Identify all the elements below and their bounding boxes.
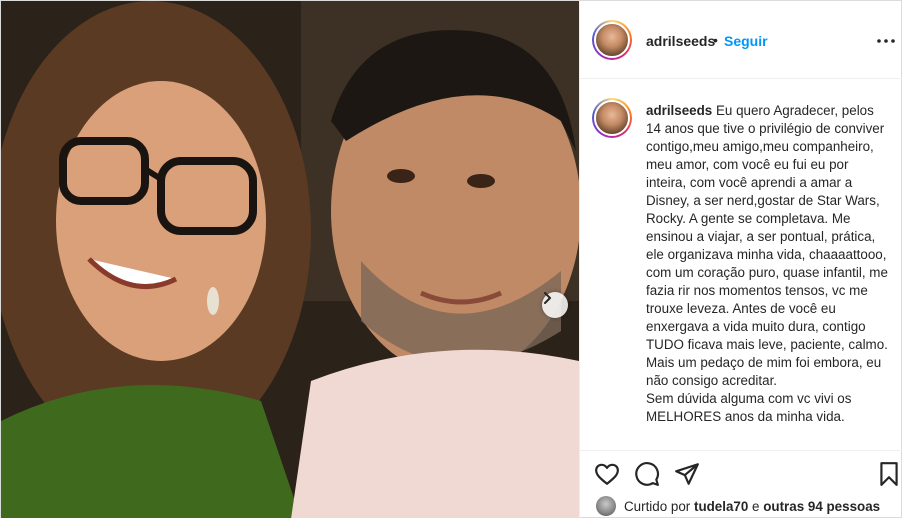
comment-icon bbox=[635, 462, 660, 486]
author-avatar[interactable] bbox=[592, 20, 632, 60]
caption-text: Eu quero Agradecer, pelos 14 anos que ti… bbox=[646, 103, 888, 424]
instagram-post: adrilseeds • Seguir adrilseeds Eu quero … bbox=[0, 0, 902, 518]
photo-illustration bbox=[1, 1, 579, 518]
likes-others-link[interactable]: outras 94 pessoas bbox=[763, 499, 880, 514]
share-button[interactable] bbox=[674, 461, 700, 487]
send-icon bbox=[675, 463, 699, 485]
post-header: adrilseeds • Seguir bbox=[580, 1, 902, 79]
comment-button[interactable] bbox=[634, 461, 660, 487]
more-horizontal-icon bbox=[877, 39, 895, 43]
likes-prefix: Curtido por bbox=[624, 499, 691, 514]
likes-summary: Curtido por tudela70 e outras 94 pessoas bbox=[580, 494, 902, 518]
save-button[interactable] bbox=[876, 461, 902, 487]
chevron-right-icon bbox=[544, 292, 551, 304]
bookmark-icon bbox=[880, 462, 898, 486]
post-sidebar: adrilseeds • Seguir adrilseeds Eu quero … bbox=[579, 1, 902, 518]
carousel-next-button[interactable] bbox=[542, 292, 568, 318]
heart-icon bbox=[595, 463, 619, 485]
follow-button[interactable]: Seguir bbox=[724, 33, 768, 49]
post-caption: adrilseeds Eu quero Agradecer, pelos 14 … bbox=[646, 102, 892, 426]
like-button[interactable] bbox=[594, 461, 620, 487]
comments-section: adrilseeds Eu quero Agradecer, pelos 14 … bbox=[580, 80, 902, 450]
header-separator: • bbox=[713, 32, 718, 48]
liker-username[interactable]: tudela70 bbox=[694, 499, 748, 514]
more-options-button[interactable] bbox=[876, 31, 896, 51]
post-photo[interactable] bbox=[1, 1, 579, 518]
caption-author-avatar[interactable] bbox=[592, 98, 632, 138]
action-bar bbox=[580, 450, 902, 496]
caption-username[interactable]: adrilseeds bbox=[646, 103, 712, 118]
likes-connector: e bbox=[752, 499, 760, 514]
likes-text: Curtido por tudela70 e outras 94 pessoas bbox=[624, 499, 880, 514]
liker-avatar[interactable] bbox=[596, 496, 616, 516]
author-username[interactable]: adrilseeds bbox=[646, 33, 715, 49]
